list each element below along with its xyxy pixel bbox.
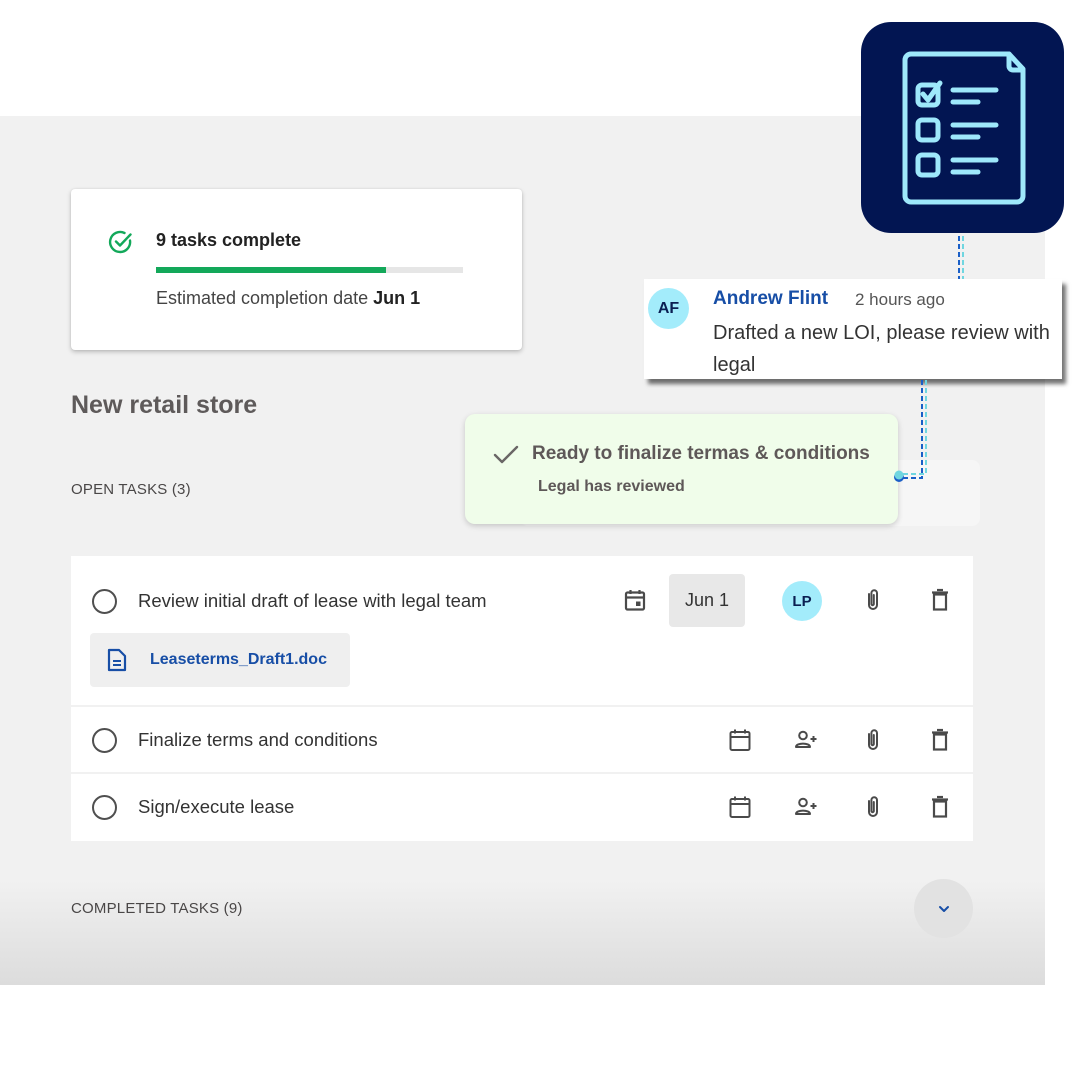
attachment-chip[interactable]: Leaseterms_Draft1.doc [90,633,350,687]
trash-icon[interactable] [927,587,953,613]
estimated-completion: Estimated completion date Jun 1 [156,288,420,309]
task-complete-radio[interactable] [92,728,117,753]
add-person-icon[interactable] [793,794,819,820]
project-title: New retail store [71,391,258,419]
status-toast: Ready to finalize termas & conditions Le… [465,414,898,524]
calendar-icon[interactable] [727,794,753,820]
task-row: Sign/execute lease [71,774,973,841]
chevron-down-icon [938,905,949,912]
check-circle-icon [108,230,132,254]
estimated-label: Estimated completion date [156,288,369,308]
open-tasks-heading: OPEN TASKS (3) [71,481,191,498]
toast-title: Ready to finalize termas & conditions [532,443,870,464]
comment-body: Drafted a new LOI, please review with le… [713,322,1050,376]
document-icon [107,648,127,672]
add-person-icon[interactable] [793,727,819,753]
checklist-icon-glyph [902,51,1026,205]
trash-icon[interactable] [927,727,953,753]
calendar-icon[interactable] [727,727,753,753]
checkmark-icon [493,445,519,464]
completed-tasks-heading[interactable]: COMPLETED TASKS (9) [71,900,243,917]
calendar-icon[interactable] [622,587,648,613]
comment-timestamp: 2 hours ago [855,290,945,309]
comment-author[interactable]: Andrew Flint [713,288,828,310]
estimated-date: Jun 1 [373,288,421,308]
expand-completed-button[interactable] [914,879,973,938]
task-complete-radio[interactable] [92,589,117,614]
trash-icon[interactable] [927,794,953,820]
commenter-avatar: AF [648,288,689,329]
task-row: Finalize terms and conditions [71,707,973,774]
paperclip-icon[interactable] [860,727,886,753]
attachment-filename[interactable]: Leaseterms_Draft1.doc [150,651,327,669]
task-title[interactable]: Finalize terms and conditions [138,729,378,751]
task-row: Review initial draft of lease with legal… [71,556,973,707]
paperclip-icon[interactable] [860,587,886,613]
checklist-document-icon [861,22,1064,233]
paperclip-icon[interactable] [860,794,886,820]
task-title[interactable]: Review initial draft of lease with legal… [138,590,487,612]
open-tasks-list: Review initial draft of lease with legal… [71,556,973,841]
task-title[interactable]: Sign/execute lease [138,796,294,818]
toast-subtitle: Legal has reviewed [538,478,685,495]
comment-card: AF Andrew Flint 2 hours ago Drafted a ne… [644,279,1062,379]
assignee-avatar[interactable]: LP [782,581,822,621]
task-complete-radio[interactable] [92,795,117,820]
completion-progress-bar [156,267,463,273]
progress-fill [156,267,387,273]
progress-summary-card: 9 tasks complete Estimated completion da… [71,189,522,350]
tasks-complete-count: 9 tasks complete [156,230,302,250]
due-date-chip[interactable]: Jun 1 [669,574,745,627]
